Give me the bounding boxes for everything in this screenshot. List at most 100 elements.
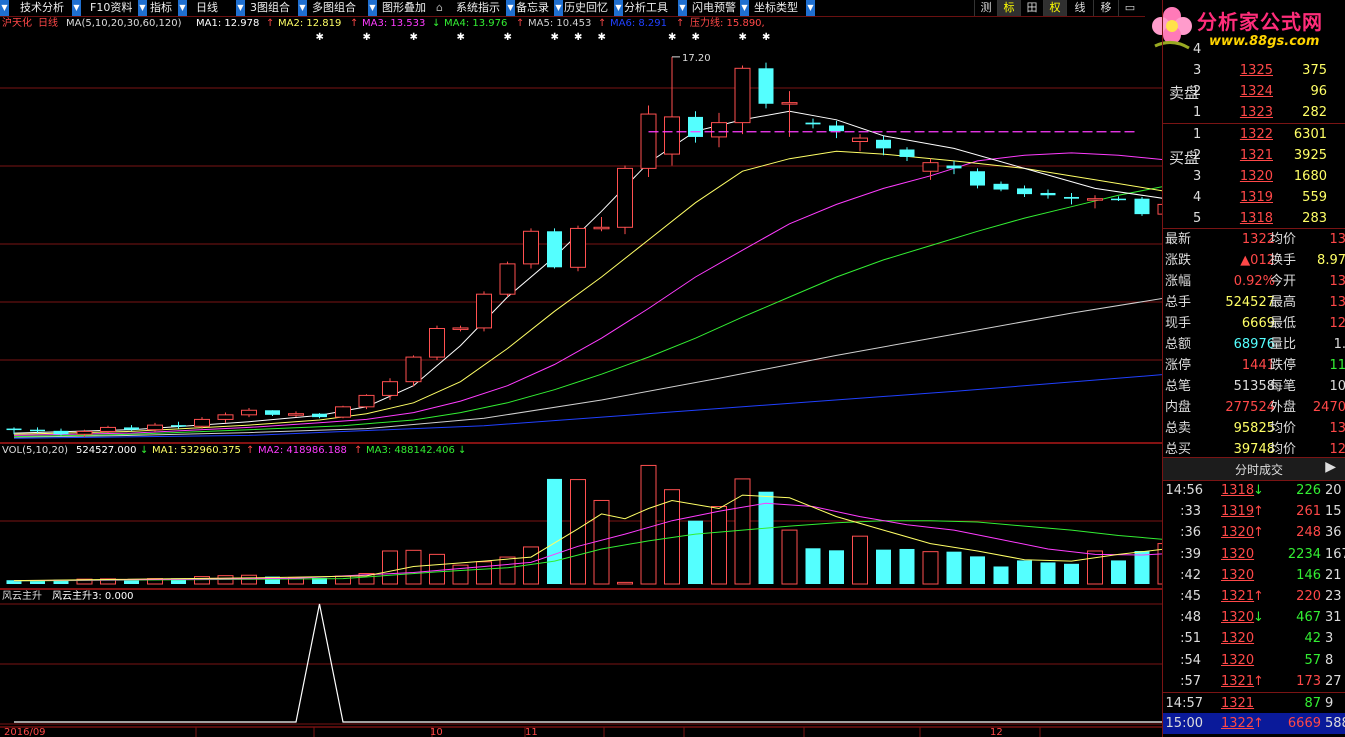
candle-up: [781, 102, 798, 105]
ma-lines: [13, 110, 1162, 439]
volume-ma1-line: [13, 494, 1162, 582]
tick-extra: 167: [1325, 546, 1345, 562]
buy-volume: 1680: [1293, 169, 1327, 184]
play-icon[interactable]: ▶: [1325, 459, 1336, 475]
volume-bar-up: [922, 551, 939, 585]
sell-level: 1: [1193, 105, 1202, 120]
sell-price: 1323: [1239, 105, 1273, 120]
buy-row: 1 1322 6301: [1163, 124, 1345, 145]
candle-down: [6, 428, 22, 431]
quote-label2: 每笔: [1270, 379, 1297, 394]
quote-value2: 2470: [1312, 400, 1345, 415]
candle-up: [358, 394, 375, 408]
candle-down: [758, 68, 774, 104]
volume-bar-down: [876, 549, 891, 584]
date-label-4: 12: [990, 727, 1003, 737]
buy-volume: 6301: [1293, 127, 1327, 142]
quote-label: 涨跌: [1165, 253, 1192, 268]
date-label-3: 11: [525, 727, 538, 737]
signal-star: ✱: [762, 32, 770, 43]
tick-time: 14:57: [1165, 696, 1203, 711]
volume-bar-down: [805, 548, 821, 584]
tick-row: 14:57 1321 87 9: [1163, 692, 1345, 714]
candle-up: [217, 414, 234, 420]
quote-row: 总卖 95825 均价 13: [1163, 418, 1345, 439]
candle-down: [1134, 198, 1150, 215]
buy-row: 2 1321 3925: [1163, 145, 1345, 166]
candle-down: [970, 171, 985, 186]
buy-level: 2: [1193, 148, 1202, 163]
volume-bar-up: [476, 561, 492, 585]
tick-extra: 588: [1325, 716, 1345, 732]
candle-up: [241, 409, 257, 416]
buy-price: 1321: [1239, 148, 1273, 163]
candle-up: [76, 430, 93, 435]
tick-volume: 2234: [1287, 546, 1321, 562]
signal-star: ✱: [457, 32, 465, 43]
tick-volume: 173: [1296, 673, 1321, 689]
candle-up: [523, 230, 539, 265]
quote-value: 277524: [1225, 400, 1275, 415]
candle-up: [147, 424, 163, 431]
tick-time: :42: [1180, 567, 1201, 583]
quote-label2: 最低: [1270, 316, 1297, 331]
tick-volume: 467: [1296, 610, 1321, 626]
signal-star: ✱: [598, 32, 606, 43]
right-panel: 卖盘 4 3 1325 375 2 1324 96 1 1323 282 买盘 1 1322 6301…: [1162, 0, 1345, 737]
ma2-line: [13, 150, 1162, 435]
buy-row: 4 1319 559: [1163, 187, 1345, 208]
tick-volume: 146: [1296, 567, 1321, 583]
kline-chart[interactable]: ✱ ✱ ✱ ✱ ✱ ✱ ✱ ✱ ✱ ✱ ✱ ✱ 17.20 2016/09 10 11 12: [0, 0, 1162, 737]
volume-bar-up: [382, 550, 398, 585]
volume-bar-down: [899, 548, 915, 584]
buy-volume: 559: [1302, 190, 1327, 205]
volume-bar-down: [1064, 563, 1079, 584]
tick-time: 14:56: [1165, 483, 1203, 498]
quote-row: 涨幅 0.92% 今开 13: [1163, 271, 1345, 292]
candle-up: [852, 137, 868, 143]
tick-extra: 15: [1325, 504, 1342, 520]
candle-up: [617, 167, 633, 228]
sell-price: 1324: [1239, 84, 1273, 99]
volume-bar-up: [429, 553, 445, 585]
buy-row: 5 1318 283: [1163, 208, 1345, 229]
candle-up: [664, 116, 680, 155]
buy-price: 1320: [1239, 169, 1273, 184]
sell-volume: 96: [1310, 84, 1327, 99]
signal-star: ✱: [551, 32, 559, 43]
quote-value2: 10: [1329, 379, 1345, 394]
signal-star: ✱: [410, 32, 418, 43]
signal-star: ✱: [574, 32, 582, 43]
quote-label2: 跌停: [1270, 358, 1297, 373]
tick-extra: 3: [1325, 631, 1334, 647]
ticks-title: 分时成交: [1235, 463, 1284, 477]
quote-label: 总卖: [1165, 421, 1192, 436]
volume-bar-up: [593, 499, 610, 585]
sell-level: 3: [1193, 63, 1202, 78]
quote-value2: 13: [1329, 295, 1345, 310]
volume-bar-down: [970, 556, 985, 584]
tick-row: :57 1321 ↑ 173 27: [1163, 671, 1345, 692]
buy-level: 4: [1193, 190, 1202, 205]
volume-bar-up: [499, 556, 516, 585]
tick-price: 1321: [1221, 696, 1255, 711]
quote-value2: 8.97: [1317, 253, 1345, 268]
candle-up: [288, 413, 304, 416]
candle-down: [124, 427, 139, 430]
tick-extra: 27: [1325, 673, 1342, 689]
ma3-line: [13, 152, 1162, 436]
quote-label: 涨幅: [1165, 274, 1192, 289]
tick-volume: 57: [1304, 652, 1321, 668]
candle-down: [1111, 198, 1126, 201]
candle-up: [711, 122, 727, 138]
candle-down: [1064, 196, 1079, 199]
sell-volume: 282: [1302, 105, 1327, 120]
candle-down: [171, 425, 186, 427]
quote-label: 最新: [1165, 232, 1192, 247]
tick-row: :33 1319 ↑ 261 15: [1163, 501, 1345, 522]
quote-label2: 均价: [1270, 421, 1297, 436]
volume-bar-up: [781, 529, 798, 585]
quote-label: 内盘: [1165, 400, 1192, 415]
tick-price: 1322: [1221, 716, 1255, 732]
candle-up: [593, 226, 610, 230]
